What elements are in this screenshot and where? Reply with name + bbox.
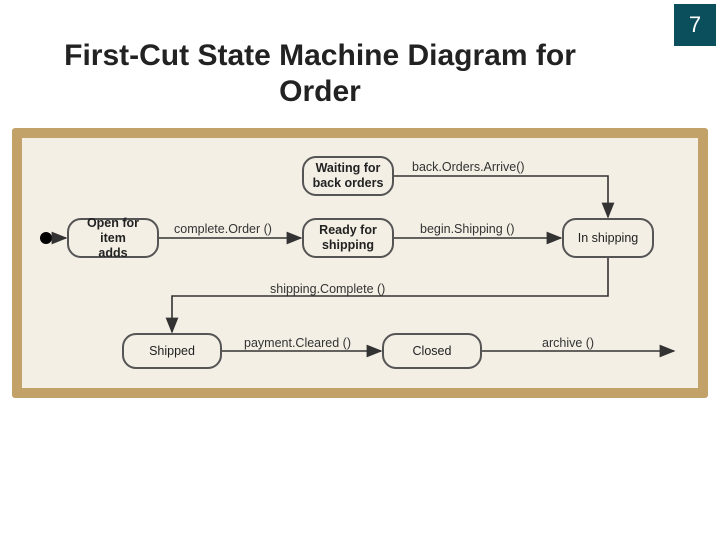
- label-complete-order: complete.Order (): [174, 222, 272, 236]
- label-payment-cleared: payment.Cleared (): [244, 336, 351, 350]
- slide-title: First-Cut State Machine Diagram for Orde…: [40, 38, 600, 110]
- page-number: 7: [689, 12, 701, 38]
- diagram-panel: Open for itemadds Waiting forback orders…: [12, 128, 708, 398]
- page-number-box: 7: [674, 4, 716, 46]
- state-waiting: Waiting forback orders: [302, 156, 394, 196]
- label-archive: archive (): [542, 336, 594, 350]
- initial-state-dot: [40, 232, 52, 244]
- state-open: Open for itemadds: [67, 218, 159, 258]
- state-ready: Ready forshipping: [302, 218, 394, 258]
- label-back-orders: back.Orders.Arrive(): [412, 160, 525, 174]
- state-closed: Closed: [382, 333, 482, 369]
- state-in-shipping: In shipping: [562, 218, 654, 258]
- slide: 7 First-Cut State Machine Diagram for Or…: [0, 0, 720, 540]
- label-begin-shipping: begin.Shipping (): [420, 222, 515, 236]
- label-shipping-complete: shipping.Complete (): [270, 282, 385, 296]
- state-shipped: Shipped: [122, 333, 222, 369]
